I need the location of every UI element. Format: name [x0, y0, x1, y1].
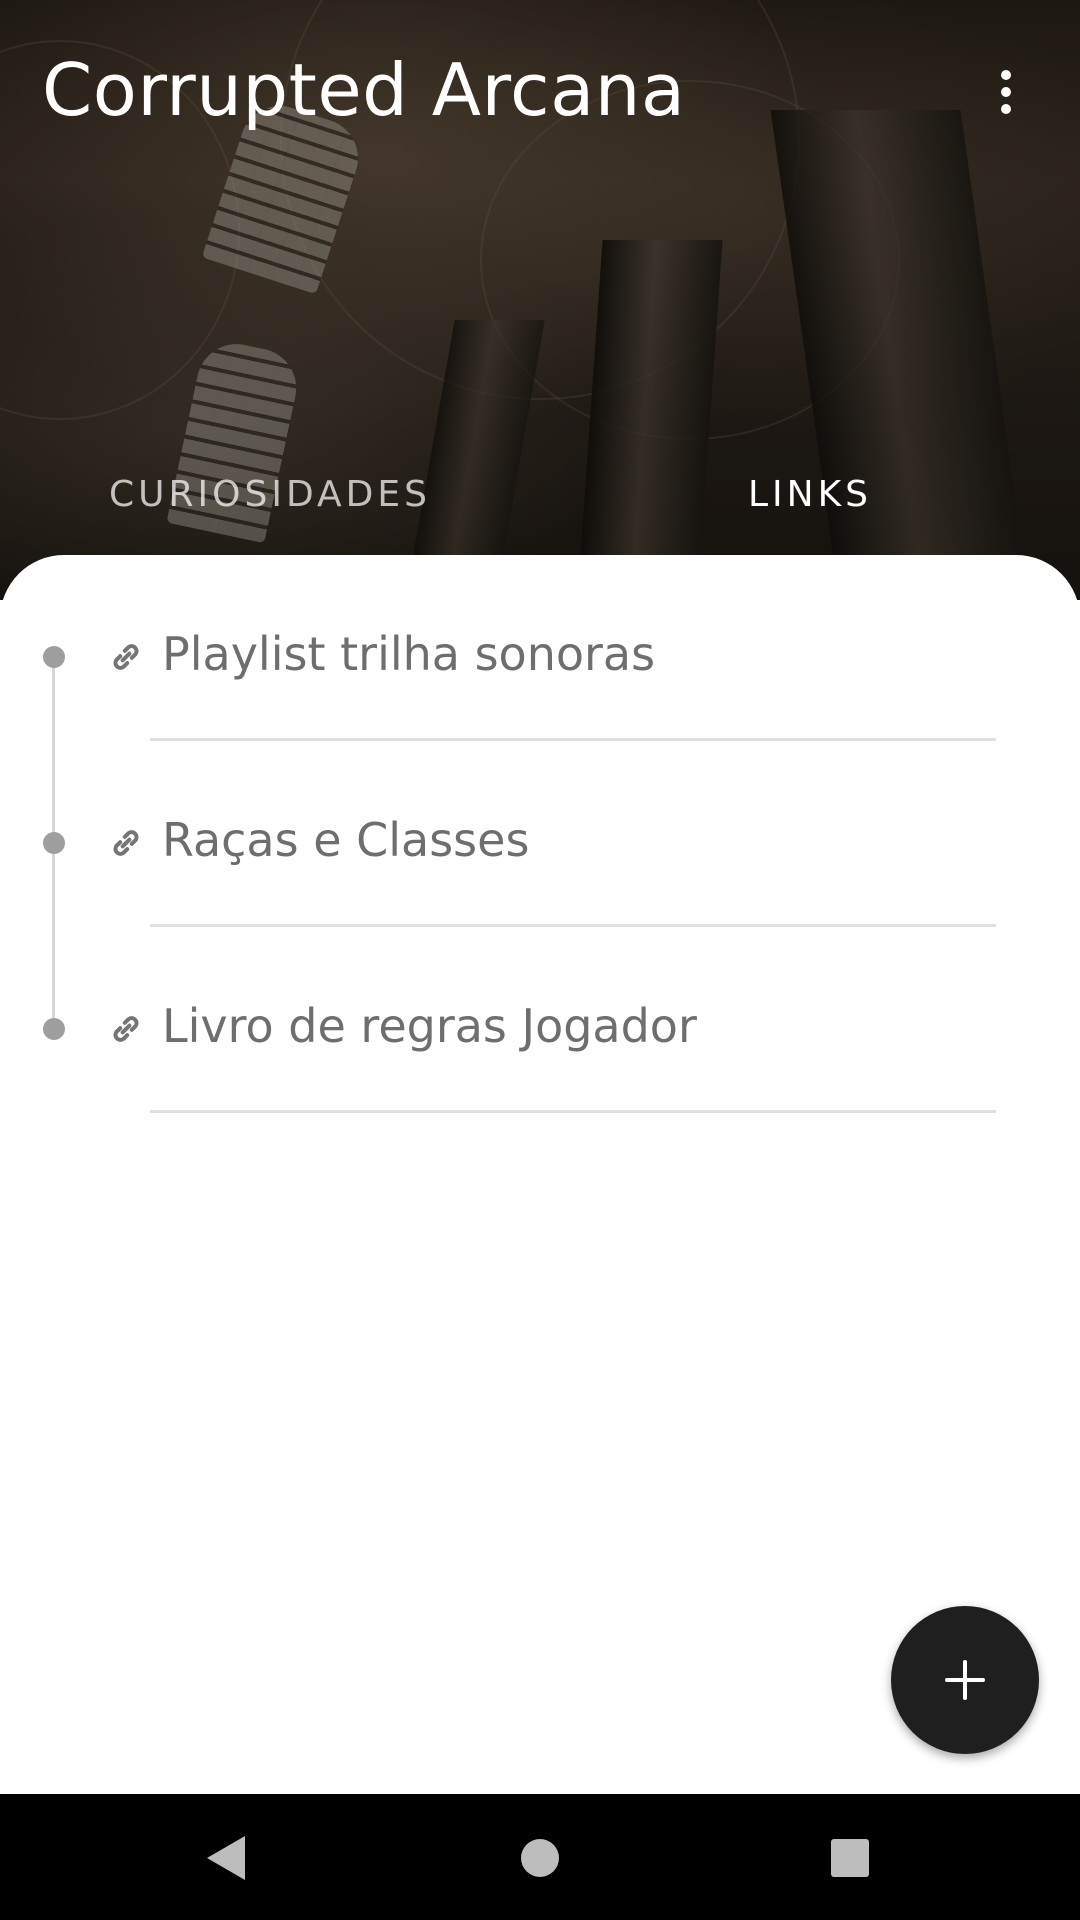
timeline-dot: [43, 646, 65, 668]
tab-bar: CURIOSIDADES LINKS: [0, 455, 1080, 535]
timeline-dot: [43, 1018, 65, 1040]
link-label: Livro de regras Jogador: [162, 999, 697, 1053]
tab-curiosidades[interactable]: CURIOSIDADES: [0, 455, 540, 535]
tab-links[interactable]: LINKS: [540, 455, 1080, 535]
screen: Corrupted Arcana CURIOSIDADES LINKS Play…: [0, 0, 1080, 1920]
link-label: Raças e Classes: [162, 813, 530, 867]
header-backdrop: Corrupted Arcana CURIOSIDADES LINKS: [0, 0, 1080, 600]
app-title: Corrupted Arcana: [42, 48, 686, 132]
link-icon: [113, 830, 139, 856]
system-navigation-bar: [0, 1794, 1080, 1920]
plus-icon: [945, 1660, 985, 1700]
link-item-livro-regras[interactable]: Livro de regras Jogador: [0, 927, 1080, 1113]
recents-icon[interactable]: [818, 1826, 882, 1890]
link-label: Playlist trilha sonoras: [162, 627, 656, 681]
link-item-racas-classes[interactable]: Raças e Classes: [0, 741, 1080, 927]
add-link-button[interactable]: [891, 1606, 1039, 1754]
divider: [150, 1110, 996, 1113]
link-icon: [113, 644, 139, 670]
link-icon: [113, 1016, 139, 1042]
home-icon[interactable]: [508, 1826, 572, 1890]
link-item-playlist[interactable]: Playlist trilha sonoras: [0, 555, 1080, 741]
more-options-icon[interactable]: [978, 64, 1034, 120]
links-sheet: Playlist trilha sonoras Raças e Classes …: [0, 555, 1080, 1795]
timeline-dot: [43, 832, 65, 854]
back-icon[interactable]: [194, 1826, 258, 1890]
